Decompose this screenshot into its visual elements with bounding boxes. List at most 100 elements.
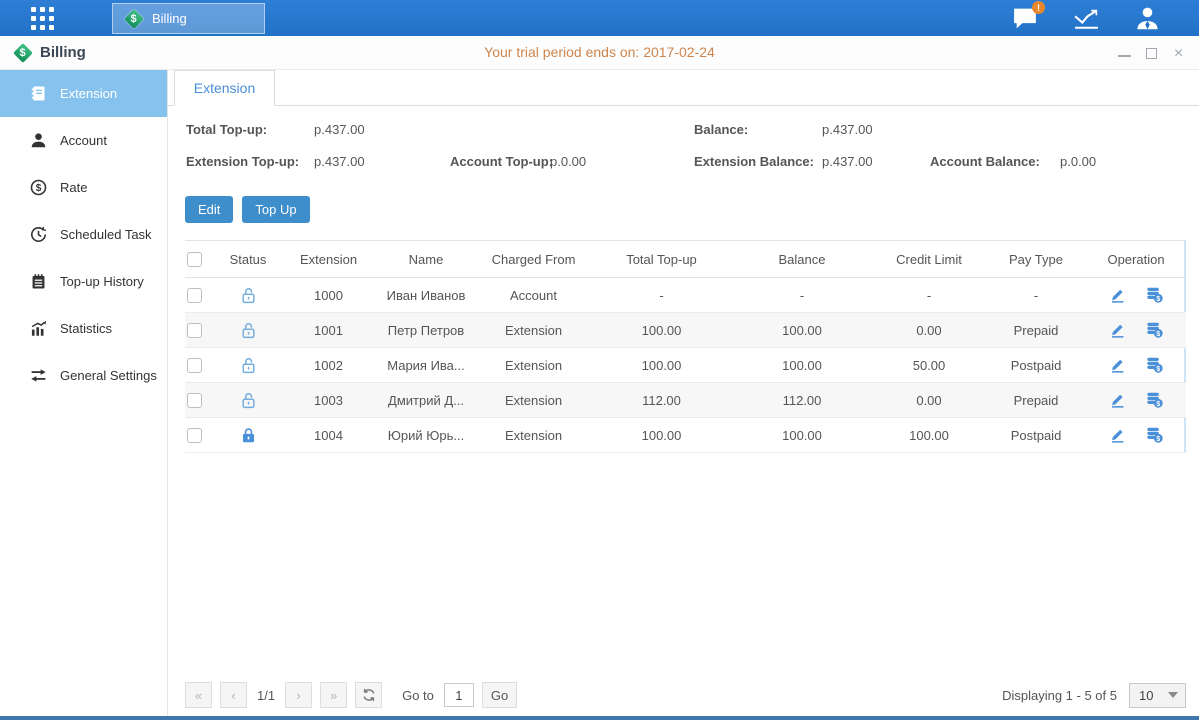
topup-row-icon[interactable]: $ [1146,357,1163,374]
cell-pay-type: - [986,278,1086,313]
minimize-button[interactable] [1118,47,1131,60]
column-header: Status [215,241,281,278]
cell-credit-limit: 0.00 [872,313,986,348]
edit-row-icon[interactable] [1109,287,1126,304]
maximize-button[interactable] [1145,47,1158,60]
row-checkbox[interactable] [187,358,202,373]
cell-extension: 1004 [281,418,376,453]
first-page-button[interactable]: « [185,682,212,708]
app-launcher-grid-icon[interactable] [31,7,56,30]
topup-row-icon[interactable]: $ [1146,287,1163,304]
topup-row-icon[interactable]: $ [1146,322,1163,339]
svg-text:$: $ [1156,401,1160,408]
summary-account-balance: Account Balance:p.0.00 [930,154,1096,169]
sidebar-item-top-up-history[interactable]: Top-up History [0,258,167,305]
lock-open-icon [240,286,257,301]
column-header: Extension [281,241,376,278]
cell-credit-limit: - [872,278,986,313]
refresh-icon[interactable] [355,682,382,708]
column-header: Operation [1086,241,1186,278]
cell-total-topup: 100.00 [591,418,732,453]
toolbar: Edit Top Up [185,196,1199,223]
row-checkbox[interactable] [187,393,202,408]
statistics-chart-icon[interactable] [1073,6,1100,30]
sidebar: Extension Account$Rate Scheduled Task Top-u… [0,70,168,716]
table-row: 1004 Юрий Юрь... Extension 100.00 100.00… [185,418,1186,453]
cell-extension: 1000 [281,278,376,313]
row-checkbox[interactable] [187,288,202,303]
select-all-checkbox[interactable] [187,252,202,267]
summary-account-topup: Account Top-up:p.0.00 [450,154,586,169]
row-checkbox[interactable] [187,428,202,443]
tab-extension[interactable]: Extension [174,70,275,106]
messages-icon[interactable]: ! [1012,6,1039,30]
column-header: Credit Limit [872,241,986,278]
sidebar-item-label: Extension [60,86,117,101]
page-indicator: 1/1 [257,688,275,703]
prev-page-button[interactable]: ‹ [220,682,247,708]
cell-name: Мария Ива... [376,348,476,383]
cell-extension: 1001 [281,313,376,348]
summary-extension-topup: Extension Top-up:p.437.00 [186,154,365,169]
topup-history-icon [30,273,47,290]
user-account-icon[interactable] [1134,6,1161,30]
svg-text:$: $ [1156,296,1160,303]
edit-row-icon[interactable] [1109,322,1126,339]
cell-balance: 100.00 [732,418,872,453]
summary-extension-balance: Extension Balance:p.437.00 [694,154,873,169]
window-bottom-border [0,716,1199,720]
tab-bar: Extension [168,70,1199,106]
cell-name: Петр Петров [376,313,476,348]
sidebar-item-rate[interactable]: $Rate [0,164,167,211]
column-header: Charged From [476,241,591,278]
sidebar-item-extension[interactable]: Extension [0,70,167,117]
goto-page-input[interactable] [444,683,474,707]
sidebar-item-general-settings[interactable]: General Settings [0,352,167,399]
cell-charged-from: Extension [476,383,591,418]
cell-balance: - [732,278,872,313]
lock-open-icon [240,356,257,371]
cell-pay-type: Prepaid [986,383,1086,418]
lock-open-icon [240,321,257,336]
sidebar-item-account[interactable]: Account [0,117,167,164]
table-row: 1000 Иван Иванов Account - - - - $ [185,278,1186,313]
page-size-select[interactable]: 10 [1129,683,1186,708]
window-titlebar: $ Billing Your trial period ends on: 201… [0,36,1199,70]
row-checkbox[interactable] [187,323,202,338]
table-row: 1001 Петр Петров Extension 100.00 100.00… [185,313,1186,348]
notification-badge: ! [1032,1,1045,14]
cell-total-topup: - [591,278,732,313]
topup-row-icon[interactable]: $ [1146,427,1163,444]
billing-window: $ Billing ! [0,0,1199,720]
summary-total-topup: Total Top-up:p.437.00 [186,122,365,137]
edit-row-icon[interactable] [1109,392,1126,409]
column-header: Balance [732,241,872,278]
topup-row-icon[interactable]: $ [1146,392,1163,409]
scheduled-task-icon [30,226,47,243]
sidebar-item-scheduled-task[interactable]: Scheduled Task [0,211,167,258]
chevron-down-icon [1168,692,1178,698]
go-button[interactable]: Go [482,682,517,708]
pagination-bar: « ‹ 1/1 › » Go to Go Displaying 1 - 5 of… [185,682,1186,708]
sidebar-item-label: General Settings [60,368,157,383]
cell-charged-from: Extension [476,313,591,348]
cell-balance: 112.00 [732,383,872,418]
table-body: 1000 Иван Иванов Account - - - - $ 1001 … [185,278,1186,453]
last-page-button[interactable]: » [320,682,347,708]
sidebar-item-label: Top-up History [60,274,144,289]
close-button[interactable]: × [1172,47,1185,60]
topup-button[interactable]: Top Up [242,196,309,223]
column-header: Name [376,241,476,278]
summary-balance: Balance:p.437.00 [694,122,873,137]
goto-label: Go to [402,688,434,703]
edit-row-icon[interactable] [1109,357,1126,374]
sidebar-item-statistics[interactable]: Statistics [0,305,167,352]
edit-row-icon[interactable] [1109,427,1126,444]
sidebar-item-label: Scheduled Task [60,227,152,242]
taskbar-tab-billing[interactable]: $ Billing [112,3,265,34]
cell-total-topup: 100.00 [591,348,732,383]
edit-button[interactable]: Edit [185,196,233,223]
next-page-button[interactable]: › [285,682,312,708]
taskbar-tab-label: Billing [152,11,187,26]
summary-panel: Total Top-up:p.437.00 Balance:p.437.00 E… [168,106,1199,188]
